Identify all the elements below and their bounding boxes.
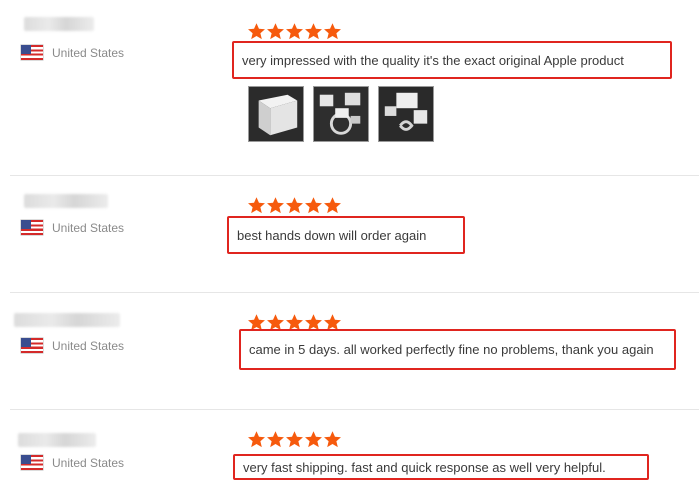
star-icon xyxy=(267,23,284,40)
review-text: very impressed with the quality it's the… xyxy=(242,52,624,68)
reviewer-name-blurred xyxy=(24,17,94,31)
country-label: United States xyxy=(52,455,125,470)
review-text-highlight: came in 5 days. all worked perfectly fin… xyxy=(239,329,676,370)
country-label: United States xyxy=(52,220,125,235)
review-text-highlight: best hands down will order again xyxy=(227,216,465,254)
star-icon xyxy=(248,197,265,214)
star-icon xyxy=(267,197,284,214)
review-photo-thumbnail[interactable] xyxy=(313,86,369,142)
review-photo-thumbnail[interactable] xyxy=(248,86,304,142)
reviewer-country: United States xyxy=(21,45,124,60)
us-flag-icon xyxy=(21,455,43,470)
reviewer-name-blurred xyxy=(18,433,96,447)
review-text-highlight: very impressed with the quality it's the… xyxy=(232,41,672,79)
us-flag-icon xyxy=(21,45,43,60)
review-text: best hands down will order again xyxy=(237,227,427,243)
review-item: United States very fast shipping. fast a… xyxy=(0,409,699,485)
review-divider xyxy=(10,292,699,293)
reviewer-country: United States xyxy=(21,220,124,235)
reviewer-name-blurred xyxy=(14,313,120,327)
us-flag-icon xyxy=(21,338,43,353)
review-photos xyxy=(248,86,434,142)
review-text-highlight: very fast shipping. fast and quick respo… xyxy=(233,454,649,480)
star-icon xyxy=(324,431,341,448)
star-icon xyxy=(305,23,322,40)
star-icon xyxy=(267,431,284,448)
star-rating xyxy=(247,430,342,449)
review-divider xyxy=(10,175,699,176)
star-icon xyxy=(305,431,322,448)
review-item: United States best hands down will order… xyxy=(0,175,699,292)
review-text: came in 5 days. all worked perfectly fin… xyxy=(249,342,654,357)
review-divider xyxy=(10,409,699,410)
star-icon xyxy=(324,23,341,40)
reviewer-country: United States xyxy=(21,455,124,470)
star-rating xyxy=(247,22,342,41)
star-icon xyxy=(248,431,265,448)
us-flag-icon xyxy=(21,220,43,235)
star-icon xyxy=(286,23,303,40)
reviewer-name-blurred xyxy=(24,194,108,208)
star-icon xyxy=(286,431,303,448)
country-label: United States xyxy=(52,338,125,353)
review-item: United States came in 5 days. all worked… xyxy=(0,292,699,409)
star-icon xyxy=(248,23,265,40)
review-text: very fast shipping. fast and quick respo… xyxy=(243,459,606,475)
star-icon xyxy=(324,197,341,214)
review-photo-thumbnail[interactable] xyxy=(378,86,434,142)
reviewer-country: United States xyxy=(21,338,124,353)
star-rating xyxy=(247,196,342,215)
star-icon xyxy=(286,197,303,214)
star-icon xyxy=(305,197,322,214)
country-label: United States xyxy=(52,45,125,60)
review-item: United States very impressed with the qu… xyxy=(0,0,699,175)
